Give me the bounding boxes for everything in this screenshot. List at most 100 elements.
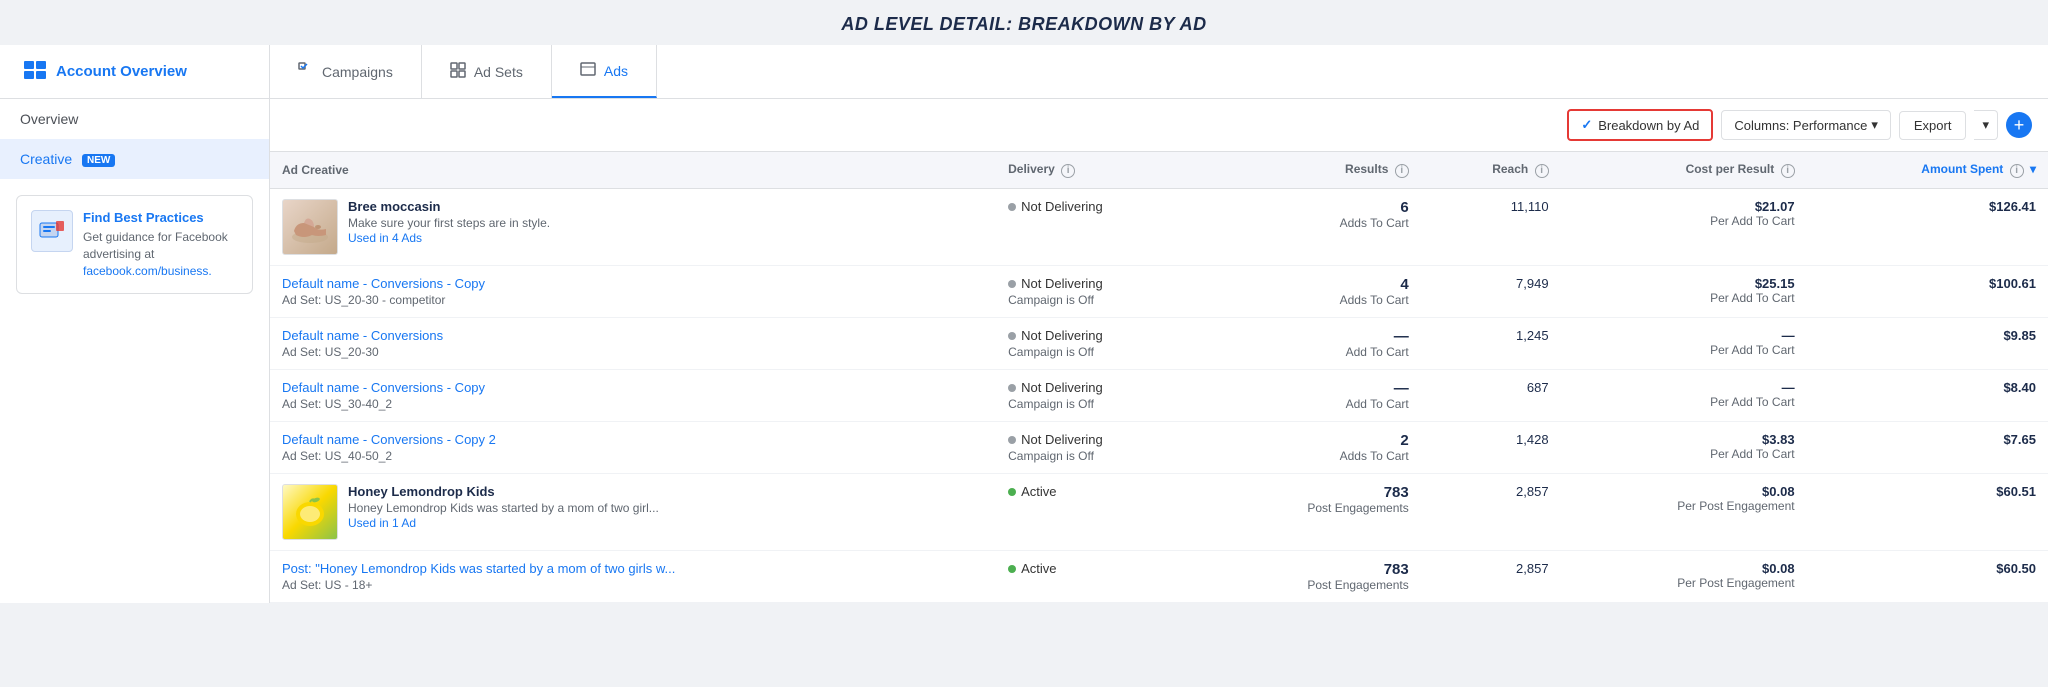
td-cost: $3.83 Per Add To Cart bbox=[1561, 421, 1807, 473]
check-icon: ✓ bbox=[1581, 117, 1592, 133]
results-cell: 783 Post Engagements bbox=[1215, 484, 1409, 515]
cost-sub: Per Post Engagement bbox=[1573, 499, 1795, 513]
td-results: 6 Adds To Cart bbox=[1203, 188, 1421, 265]
ad-name[interactable]: Default name - Conversions - Copy bbox=[282, 276, 485, 291]
results-info-icon[interactable]: i bbox=[1395, 164, 1409, 178]
td-amount: $60.50 bbox=[1807, 550, 2048, 602]
ad-creative-cell: Default name - Conversions - Copy Ad Set… bbox=[282, 276, 984, 307]
td-results: 783 Post Engagements bbox=[1203, 550, 1421, 602]
amount-value: $8.40 bbox=[1819, 380, 2036, 395]
td-delivery: Not Delivering Campaign is Off bbox=[996, 265, 1202, 317]
amount-value: $60.50 bbox=[1819, 561, 2036, 576]
reach-value: 11,110 bbox=[1433, 199, 1549, 214]
td-reach: 2,857 bbox=[1421, 473, 1561, 550]
ad-info: Default name - Conversions - Copy 2 Ad S… bbox=[282, 432, 496, 463]
sidebar-item-creative[interactable]: Creative NEW bbox=[0, 139, 269, 179]
ad-link[interactable]: Used in 1 Ad bbox=[348, 516, 416, 530]
ad-set-name: Ad Set: US_20-30 bbox=[282, 345, 443, 359]
ad-name[interactable]: Post: "Honey Lemondrop Kids was started … bbox=[282, 561, 675, 576]
account-label: Account Overview bbox=[56, 63, 187, 80]
delivery-cell: Not Delivering Campaign is Off bbox=[1008, 276, 1190, 307]
delivery-sub: Campaign is Off bbox=[1008, 293, 1190, 307]
cost-sub: Per Add To Cart bbox=[1573, 214, 1795, 228]
sidebar-item-overview[interactable]: Overview bbox=[0, 99, 269, 139]
results-type: Post Engagements bbox=[1215, 501, 1409, 515]
export-button[interactable]: Export bbox=[1899, 111, 1967, 140]
creative-new-badge: NEW bbox=[82, 154, 115, 167]
ad-thumbnail bbox=[282, 484, 338, 540]
td-creative: Default name - Conversions - Copy Ad Set… bbox=[270, 265, 996, 317]
ad-name: Bree moccasin bbox=[348, 199, 550, 214]
amount-sort-icon[interactable]: ▾ bbox=[2030, 162, 2036, 176]
amount-value: $7.65 bbox=[1819, 432, 2036, 447]
delivery-status: Not Delivering bbox=[1008, 380, 1190, 395]
best-practices-card: Find Best Practices Get guidance for Fac… bbox=[16, 195, 253, 294]
td-cost: $21.07 Per Add To Cart bbox=[1561, 188, 1807, 265]
account-overview-nav[interactable]: Account Overview bbox=[0, 45, 270, 98]
tab-campaigns[interactable]: Campaigns bbox=[270, 45, 422, 98]
td-amount: $126.41 bbox=[1807, 188, 2048, 265]
cost-number: $0.08 bbox=[1573, 484, 1795, 499]
cost-cell: $3.83 Per Add To Cart bbox=[1573, 432, 1795, 461]
cost-sub: Per Add To Cart bbox=[1573, 447, 1795, 461]
delivery-cell: Not Delivering bbox=[1008, 199, 1190, 214]
results-number: 783 bbox=[1215, 484, 1409, 501]
results-type: Adds To Cart bbox=[1215, 216, 1409, 230]
td-cost: $0.08 Per Post Engagement bbox=[1561, 550, 1807, 602]
td-reach: 11,110 bbox=[1421, 188, 1561, 265]
ad-info: Bree moccasin Make sure your first steps… bbox=[348, 199, 550, 245]
ad-name[interactable]: Default name - Conversions - Copy bbox=[282, 380, 485, 395]
columns-button[interactable]: Columns: Performance ▾ bbox=[1721, 110, 1890, 140]
ad-link[interactable]: Used in 4 Ads bbox=[348, 231, 422, 245]
page-title: AD LEVEL DETAIL: BREAKDOWN BY AD bbox=[0, 0, 2048, 45]
tab-ads[interactable]: Ads bbox=[552, 45, 657, 98]
td-cost: — Per Add To Cart bbox=[1561, 369, 1807, 421]
delivery-cell: Active bbox=[1008, 484, 1190, 499]
delivery-dot-icon bbox=[1008, 436, 1016, 444]
delivery-status: Not Delivering bbox=[1008, 199, 1190, 214]
adsets-icon bbox=[450, 62, 466, 81]
delivery-status: Not Delivering bbox=[1008, 328, 1190, 343]
td-cost: $0.08 Per Post Engagement bbox=[1561, 473, 1807, 550]
amount-value: $9.85 bbox=[1819, 328, 2036, 343]
cost-sub: Per Post Engagement bbox=[1573, 576, 1795, 590]
ad-name[interactable]: Default name - Conversions - Copy 2 bbox=[282, 432, 496, 447]
table-row: Default name - Conversions - Copy Ad Set… bbox=[270, 369, 2048, 421]
table-row: Default name - Conversions Ad Set: US_20… bbox=[270, 317, 2048, 369]
export-caret-button[interactable]: ▾ bbox=[1974, 110, 1998, 140]
ad-creative-cell: Default name - Conversions - Copy 2 Ad S… bbox=[282, 432, 984, 463]
card-link[interactable]: facebook.com/business. bbox=[83, 264, 212, 278]
add-column-button[interactable]: + bbox=[2006, 112, 2032, 138]
amount-value: $126.41 bbox=[1819, 199, 2036, 214]
td-reach: 2,857 bbox=[1421, 550, 1561, 602]
ad-info: Default name - Conversions Ad Set: US_20… bbox=[282, 328, 443, 359]
ad-set-name: Ad Set: US_30-40_2 bbox=[282, 397, 485, 411]
ad-name[interactable]: Default name - Conversions bbox=[282, 328, 443, 343]
td-delivery: Not Delivering Campaign is Off bbox=[996, 317, 1202, 369]
cost-number: $3.83 bbox=[1573, 432, 1795, 447]
cost-cell: $25.15 Per Add To Cart bbox=[1573, 276, 1795, 305]
results-number: — bbox=[1215, 380, 1409, 397]
results-number: 6 bbox=[1215, 199, 1409, 216]
td-creative: Default name - Conversions - Copy Ad Set… bbox=[270, 369, 996, 421]
reach-info-icon[interactable]: i bbox=[1535, 164, 1549, 178]
tab-ad-sets[interactable]: Ad Sets bbox=[422, 45, 552, 98]
results-number: — bbox=[1215, 328, 1409, 345]
results-cell: — Add To Cart bbox=[1215, 380, 1409, 411]
ad-set-name: Ad Set: US_20-30 - competitor bbox=[282, 293, 485, 307]
card-icon bbox=[31, 210, 73, 252]
ad-info: Default name - Conversions - Copy Ad Set… bbox=[282, 276, 485, 307]
breakdown-by-ad-button[interactable]: ✓ Breakdown by Ad bbox=[1567, 109, 1713, 141]
amount-info-icon[interactable]: i bbox=[2010, 164, 2024, 178]
cost-sub: Per Add To Cart bbox=[1573, 395, 1795, 409]
cost-number: — bbox=[1573, 328, 1795, 343]
cost-info-icon[interactable]: i bbox=[1781, 164, 1795, 178]
col-reach: Reach i bbox=[1421, 152, 1561, 188]
td-creative: Default name - Conversions - Copy 2 Ad S… bbox=[270, 421, 996, 473]
delivery-info-icon[interactable]: i bbox=[1061, 164, 1075, 178]
table-row: Honey Lemondrop Kids Honey Lemondrop Kid… bbox=[270, 473, 2048, 550]
ads-table: Ad Creative Delivery i Results i Reach i bbox=[270, 152, 2048, 603]
results-number: 783 bbox=[1215, 561, 1409, 578]
breakdown-label: Breakdown by Ad bbox=[1598, 118, 1699, 133]
campaigns-label: Campaigns bbox=[322, 64, 393, 80]
